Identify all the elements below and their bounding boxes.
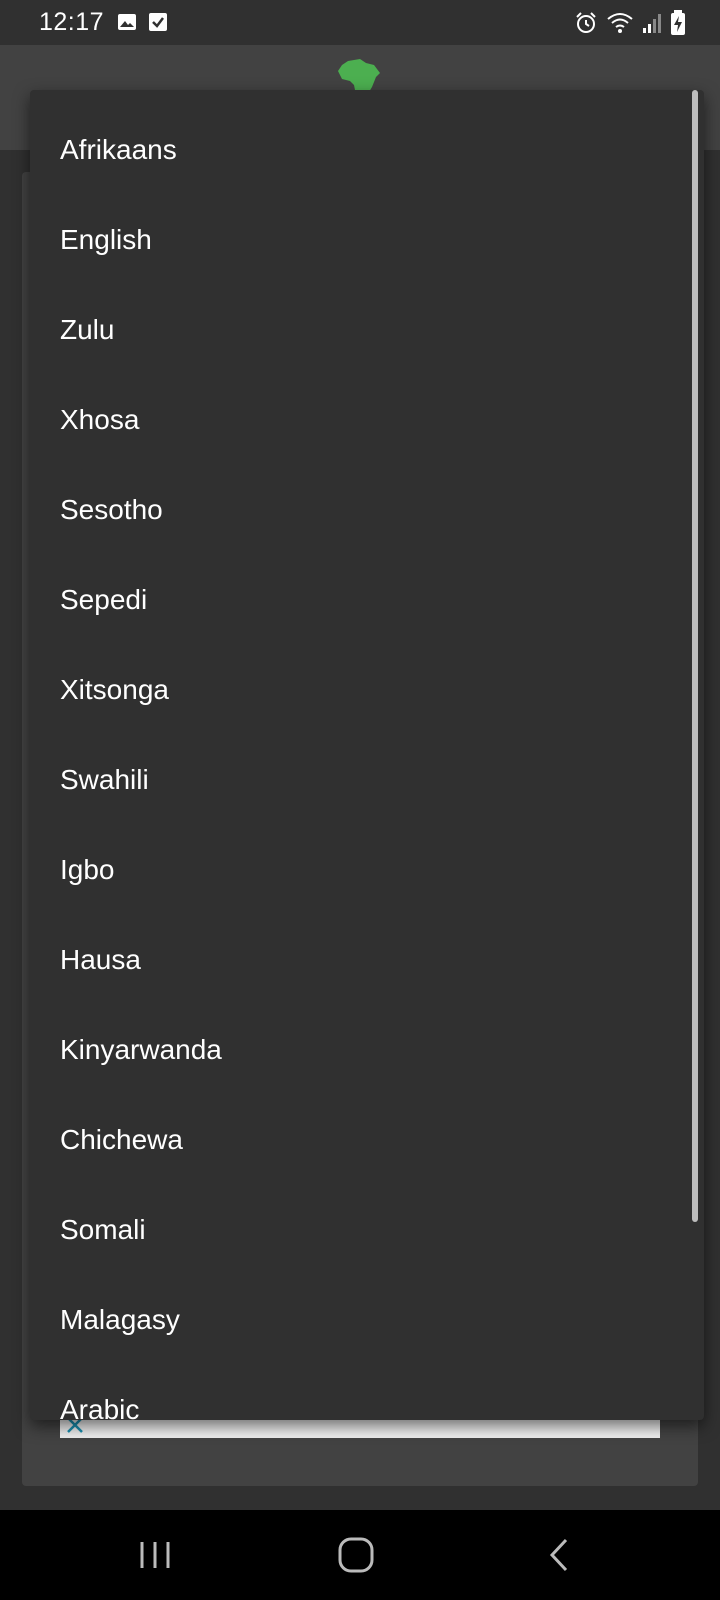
menu-item-label: Arabic [60,1394,140,1420]
menu-item-somali[interactable]: Somali [30,1185,704,1275]
menu-item-arabic[interactable]: Arabic [30,1365,704,1420]
menu-item-label: Xitsonga [60,674,169,705]
battery-charging-icon [671,10,685,35]
menu-item-label: Zulu [60,314,115,345]
status-time: 12:17 [39,8,105,36]
menu-item-label: Chichewa [60,1124,183,1155]
menu-item-label: Malagasy [60,1304,180,1335]
menu-item-kinyarwanda[interactable]: Kinyarwanda [30,1005,704,1095]
menu-item-hausa[interactable]: Hausa [30,915,704,1005]
status-icons [574,10,686,36]
menu-item-chichewa[interactable]: Chichewa [30,1095,704,1185]
back-icon[interactable] [534,1530,584,1580]
menu-item-sesotho[interactable]: Sesotho [30,465,704,555]
menu-item-label: Xhosa [60,404,140,435]
menu-item-sepedi[interactable]: Sepedi [30,555,704,645]
menu-item-label: Kinyarwanda [60,1034,222,1065]
menu-item-zulu[interactable]: Zulu [30,285,704,375]
menu-item-label: Somali [60,1214,146,1245]
recent-apps-icon[interactable] [130,1530,180,1580]
menu-item-afrikaans[interactable]: Afrikaans [30,105,704,195]
signal-icon [643,14,661,33]
menu-item-english[interactable]: English [30,195,704,285]
menu-item-malagasy[interactable]: Malagasy [30,1275,704,1365]
image-icon [118,14,136,30]
menu-item-label: English [60,224,152,255]
home-icon[interactable] [332,1530,382,1580]
menu-item-label: Afrikaans [60,134,177,165]
menu-item-label: Hausa [60,944,141,975]
menu-item-label: Swahili [60,764,149,795]
menu-item-label: Igbo [60,854,115,885]
wifi-icon [607,13,633,33]
status-bar: 12:17 [0,0,720,45]
menu-item-xhosa[interactable]: Xhosa [30,375,704,465]
menu-item-xitsonga[interactable]: Xitsonga [30,645,704,735]
menu-item-label: Sesotho [60,494,163,525]
language-dropdown-menu: Afrikaans English Zulu Xhosa Sesotho Sep… [30,90,704,1420]
menu-item-label: Sepedi [60,584,148,615]
menu-scrollbar[interactable] [692,90,698,1222]
checkbox-icon [149,13,167,31]
navigation-bar [0,1510,720,1600]
menu-item-igbo[interactable]: Igbo [30,825,704,915]
menu-item-swahili[interactable]: Swahili [30,735,704,825]
screen: 12:17 Afrikaans English Zulu Xhosa Sesot… [0,0,720,1600]
alarm-icon [576,12,596,33]
